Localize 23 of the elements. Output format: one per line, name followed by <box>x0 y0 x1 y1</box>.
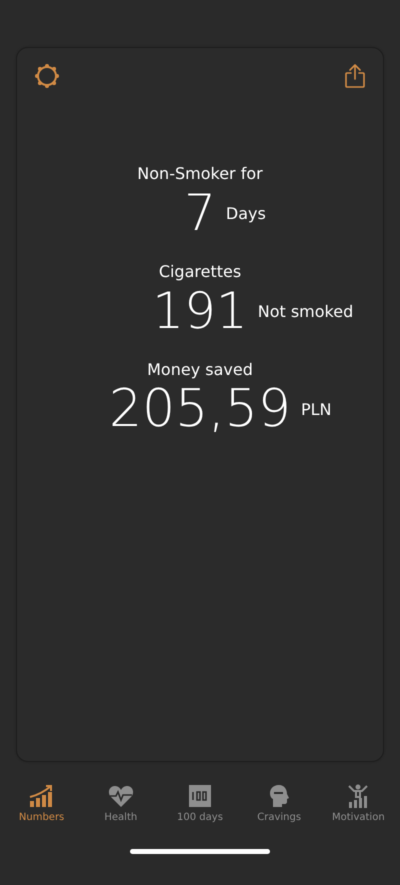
settings-icon <box>34 63 60 89</box>
stat-unit: Not smoked <box>256 302 354 320</box>
share-icon <box>344 63 366 89</box>
tab[interactable]: Numbers <box>2 784 81 823</box>
stat-value: 205,59 <box>109 381 291 437</box>
stat-unit: Days <box>224 204 267 222</box>
tab[interactable]: Cravings <box>240 784 318 823</box>
stat-label: Non-Smoker for <box>137 163 263 185</box>
heart-icon <box>108 784 134 808</box>
head-icon <box>268 784 290 808</box>
hundred-icon <box>188 784 212 808</box>
stat-label: Cigarettes <box>158 261 242 283</box>
share-button[interactable] <box>344 63 366 89</box>
stat-value: 7 <box>184 185 216 241</box>
stat-unit: PLN <box>300 400 332 418</box>
tab[interactable]: Health <box>82 784 160 823</box>
tab[interactable]: 100 days <box>160 784 239 823</box>
person-icon <box>346 784 370 808</box>
settings-button[interactable] <box>34 63 60 89</box>
tab[interactable]: Motivation <box>319 784 398 823</box>
stat-value: 191 <box>152 283 248 339</box>
chart-icon <box>28 784 55 808</box>
stat-label: Money saved <box>147 359 253 381</box>
